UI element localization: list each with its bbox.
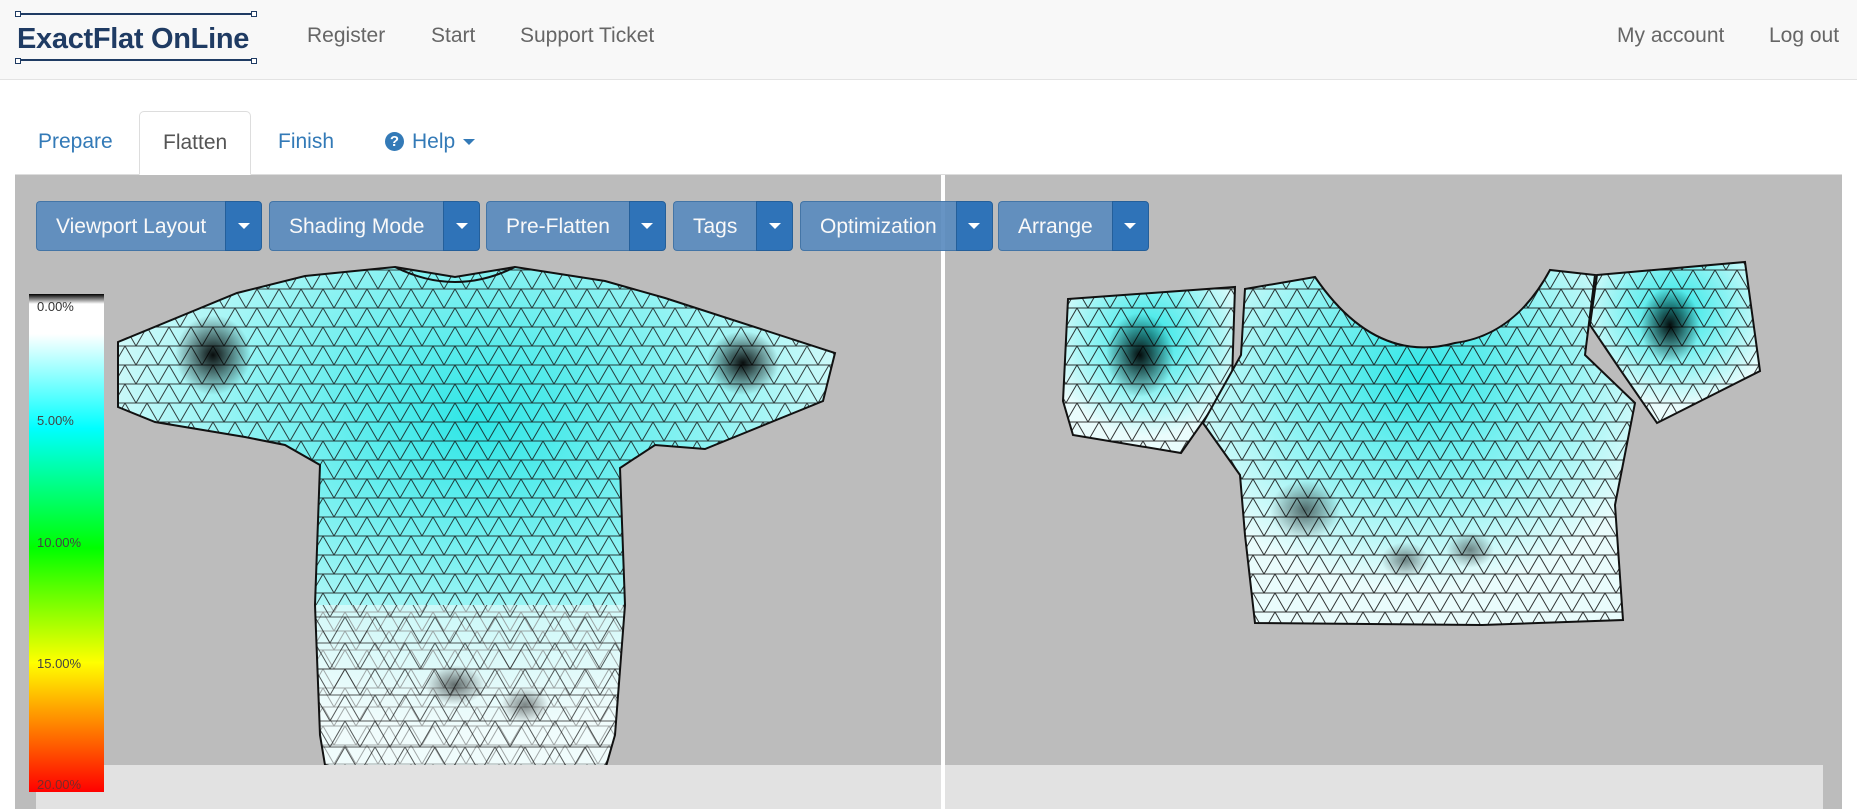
tab-help[interactable]: ? Help (362, 111, 498, 173)
arrange-toggle[interactable] (1111, 201, 1149, 251)
tags-button[interactable]: Tags (673, 201, 757, 251)
tab-help-label: Help (412, 130, 456, 153)
flattened-patterns (1061, 260, 1762, 627)
nav-log-out-link[interactable]: Log out (1769, 24, 1839, 48)
arrange-button[interactable]: Arrange (998, 201, 1112, 251)
top-navbar: ExactFlat OnLine Register Start Support … (0, 0, 1857, 80)
optimization-button[interactable]: Optimization (800, 201, 956, 251)
tags-toggle[interactable] (756, 201, 794, 251)
legend-label: 20.00% (37, 777, 82, 792)
viewer-area: 0.00% 5.00% 10.00% 15.00% 20.00% Viewpor… (15, 175, 1842, 809)
logo-corner (251, 58, 257, 64)
legend-label: 10.00% (37, 535, 82, 550)
3d-viewport[interactable] (15, 175, 941, 809)
arrange-dropdown: Arrange (998, 201, 1149, 251)
tab-flatten[interactable]: Flatten (139, 111, 252, 175)
viewport-layout-dropdown: Viewport Layout (36, 201, 263, 251)
tags-dropdown: Tags (673, 201, 794, 251)
pre-flatten-button[interactable]: Pre-Flatten (486, 201, 629, 251)
nav-register-link[interactable]: Register (307, 24, 385, 48)
bottom-status-strip (945, 765, 1823, 809)
viewport-layout-button[interactable]: Viewport Layout (36, 201, 226, 251)
caret-down-icon (968, 223, 981, 229)
optimization-toggle[interactable] (955, 201, 993, 251)
bottom-status-strip (36, 765, 941, 809)
tab-finish[interactable]: Finish (255, 111, 357, 173)
brand-logo[interactable]: ExactFlat OnLine (15, 11, 260, 64)
legend-label: 15.00% (37, 656, 82, 671)
shading-mode-dropdown: Shading Mode (269, 201, 481, 251)
shirt-3d-model (117, 265, 837, 783)
pre-flatten-toggle[interactable] (628, 201, 666, 251)
workflow-tabs: Prepare Flatten Finish ? Help (15, 111, 1842, 175)
2d-flattened-viewport[interactable] (945, 175, 1842, 809)
nav-start-link[interactable]: Start (431, 24, 475, 48)
caret-down-icon (641, 223, 654, 229)
pre-flatten-dropdown: Pre-Flatten (486, 201, 666, 251)
viewport-layout-toggle[interactable] (225, 201, 263, 251)
caret-down-icon (237, 223, 250, 229)
optimization-dropdown: Optimization (800, 201, 993, 251)
caret-down-icon (455, 223, 468, 229)
legend-label: 5.00% (37, 413, 74, 428)
nav-support-ticket-link[interactable]: Support Ticket (520, 24, 654, 48)
logo-corner (15, 58, 21, 64)
nav-my-account-link[interactable]: My account (1617, 24, 1724, 48)
question-circle-icon: ? (385, 132, 404, 151)
logo-text: ExactFlat OnLine (17, 23, 250, 55)
logo-corner (251, 11, 257, 17)
logo-corner (15, 11, 21, 17)
caret-down-icon (768, 223, 781, 229)
shading-mode-toggle[interactable] (443, 201, 481, 251)
tab-prepare[interactable]: Prepare (15, 111, 136, 173)
shading-mode-button[interactable]: Shading Mode (269, 201, 444, 251)
caret-down-icon (463, 139, 476, 145)
caret-down-icon (1124, 223, 1137, 229)
legend-label-top: 0.00% (37, 299, 74, 314)
